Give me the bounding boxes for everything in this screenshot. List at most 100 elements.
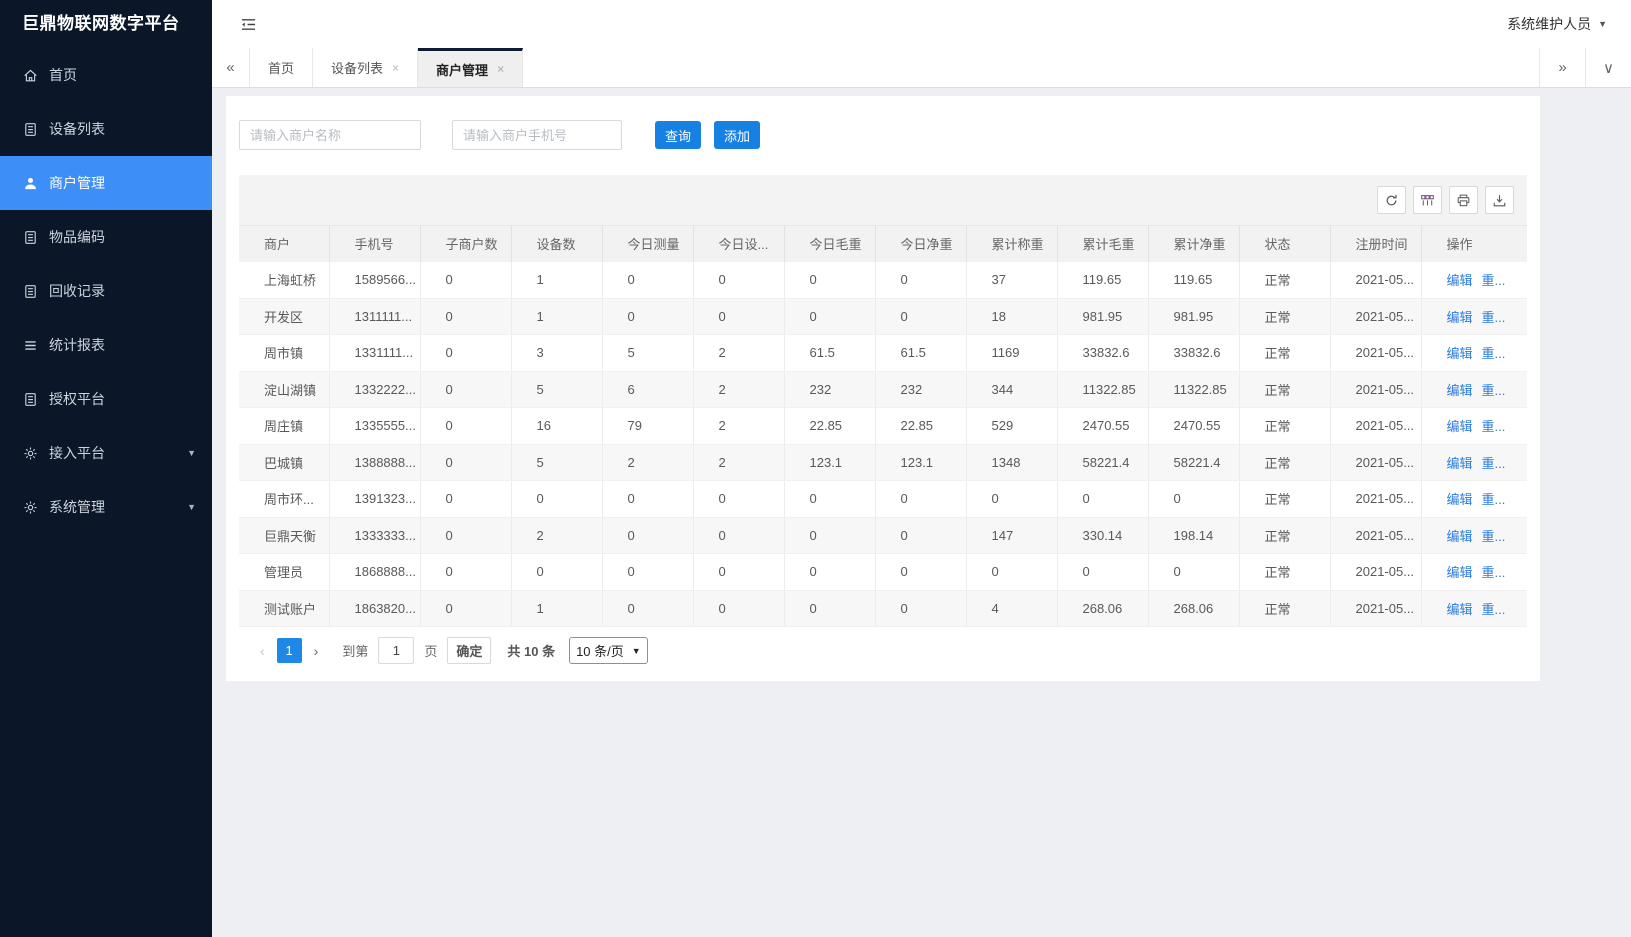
table-cell: 0 — [420, 444, 511, 481]
columns-button[interactable] — [1413, 186, 1442, 214]
sidebar-item-recycle[interactable]: 回收记录 — [0, 264, 212, 318]
table-cell: 268.06 — [1057, 590, 1148, 627]
prev-page-icon[interactable]: ‹ — [252, 643, 273, 659]
reset-link[interactable]: 重... — [1482, 456, 1506, 471]
table-cell: 0 — [420, 298, 511, 335]
column-header: 商户 — [239, 226, 329, 262]
goto-label: 到第 — [342, 641, 368, 660]
table-cell: 0 — [420, 517, 511, 554]
goto-page-input[interactable] — [378, 637, 414, 664]
table-cell: 正常 — [1239, 262, 1330, 299]
reset-link[interactable]: 重... — [1482, 565, 1506, 580]
edit-link[interactable]: 编辑 — [1447, 383, 1473, 398]
sidebar-item-system[interactable]: 系统管理▼ — [0, 480, 212, 534]
export-button[interactable] — [1485, 186, 1514, 214]
table-cell: 0 — [875, 590, 966, 627]
tab-devices[interactable]: 设备列表× — [313, 48, 418, 87]
sidebar-item-label: 系统管理 — [49, 497, 187, 517]
user-menu[interactable]: 系统维护人员 ▼ — [1507, 14, 1607, 34]
table-cell: 1391323... — [329, 481, 420, 518]
edit-link[interactable]: 编辑 — [1447, 346, 1473, 361]
reset-link[interactable]: 重... — [1482, 273, 1506, 288]
tab-close-icon[interactable]: × — [497, 62, 504, 76]
actions-cell: 编辑重... — [1421, 517, 1527, 554]
tabbar-spacer — [523, 48, 1539, 87]
page-size-select[interactable]: 10 条/页 ▼ — [569, 637, 648, 664]
doc-icon — [22, 283, 38, 299]
table-cell: 1332222... — [329, 371, 420, 408]
refresh-button[interactable] — [1377, 186, 1406, 214]
table-cell: 2021-05... — [1330, 444, 1421, 481]
merchant-name-input[interactable] — [239, 120, 421, 150]
edit-link[interactable]: 编辑 — [1447, 310, 1473, 325]
tabs-dropdown-icon[interactable]: ∨ — [1585, 48, 1631, 87]
table-cell: 正常 — [1239, 481, 1330, 518]
current-page-button[interactable]: 1 — [277, 638, 302, 663]
table-cell: 测试账户 — [239, 590, 329, 627]
sidebar-item-reports[interactable]: 统计报表 — [0, 318, 212, 372]
tabs-scroll-right-icon[interactable]: » — [1539, 48, 1585, 87]
table-cell: 正常 — [1239, 408, 1330, 445]
total-count-label: 共 10 条 — [507, 641, 555, 660]
reset-link[interactable]: 重... — [1482, 419, 1506, 434]
table-cell: 正常 — [1239, 335, 1330, 372]
print-button[interactable] — [1449, 186, 1478, 214]
table-cell: 5 — [511, 444, 602, 481]
table-cell: 0 — [602, 298, 693, 335]
column-header: 注册时间 — [1330, 226, 1421, 262]
tab-label: 首页 — [268, 58, 294, 77]
merchant-phone-input[interactable] — [452, 120, 622, 150]
edit-link[interactable]: 编辑 — [1447, 492, 1473, 507]
sidebar-item-merchants[interactable]: 商户管理 — [0, 156, 212, 210]
columns-icon — [1420, 193, 1435, 208]
goto-confirm-button[interactable]: 确定 — [447, 637, 491, 664]
table-row: 巨鼎天衡1333333...020000147330.14198.14正常202… — [239, 517, 1527, 554]
reset-link[interactable]: 重... — [1482, 492, 1506, 507]
edit-link[interactable]: 编辑 — [1447, 456, 1473, 471]
table-cell: 0 — [693, 590, 784, 627]
reset-link[interactable]: 重... — [1482, 529, 1506, 544]
sidebar: 巨鼎物联网数字平台 首页设备列表商户管理物品编码回收记录统计报表授权平台接入平台… — [0, 0, 212, 937]
sidebar-item-devices[interactable]: 设备列表 — [0, 102, 212, 156]
sidebar-item-auth[interactable]: 授权平台 — [0, 372, 212, 426]
tab-merchants[interactable]: 商户管理× — [418, 48, 523, 87]
column-header: 设备数 — [511, 226, 602, 262]
table-cell: 2 — [693, 371, 784, 408]
add-button[interactable]: 添加 — [714, 121, 760, 149]
table-cell: 232 — [875, 371, 966, 408]
doc-icon — [22, 229, 38, 245]
table-cell: 1863820... — [329, 590, 420, 627]
reset-link[interactable]: 重... — [1482, 346, 1506, 361]
table-cell: 147 — [966, 517, 1057, 554]
query-button[interactable]: 查询 — [655, 121, 701, 149]
reset-link[interactable]: 重... — [1482, 383, 1506, 398]
edit-link[interactable]: 编辑 — [1447, 529, 1473, 544]
tab-close-icon[interactable]: × — [392, 61, 399, 75]
table-cell: 79 — [602, 408, 693, 445]
table-cell: 0 — [693, 554, 784, 591]
sidebar-item-item-code[interactable]: 物品编码 — [0, 210, 212, 264]
tabs-scroll-left-icon[interactable]: « — [212, 48, 250, 87]
user-name: 系统维护人员 — [1507, 14, 1591, 34]
table-cell: 344 — [966, 371, 1057, 408]
reset-link[interactable]: 重... — [1482, 602, 1506, 617]
actions-cell: 编辑重... — [1421, 590, 1527, 627]
main-area: 系统维护人员 ▼ « 首页设备列表×商户管理× » ∨ 查询 添加 — [212, 0, 1631, 937]
next-page-icon[interactable]: › — [306, 643, 327, 659]
sidebar-item-home[interactable]: 首页 — [0, 48, 212, 102]
edit-link[interactable]: 编辑 — [1447, 565, 1473, 580]
sidebar-item-access[interactable]: 接入平台▼ — [0, 426, 212, 480]
column-header: 累计净重 — [1148, 226, 1239, 262]
table-cell: 33832.6 — [1148, 335, 1239, 372]
edit-link[interactable]: 编辑 — [1447, 273, 1473, 288]
table-cell: 0 — [693, 262, 784, 299]
table-cell: 0 — [693, 298, 784, 335]
table-cell: 18 — [966, 298, 1057, 335]
edit-link[interactable]: 编辑 — [1447, 602, 1473, 617]
edit-link[interactable]: 编辑 — [1447, 419, 1473, 434]
table-cell: 0 — [875, 517, 966, 554]
table-cell: 1388888... — [329, 444, 420, 481]
tab-home[interactable]: 首页 — [250, 48, 313, 87]
reset-link[interactable]: 重... — [1482, 310, 1506, 325]
sidebar-toggle-icon[interactable] — [240, 17, 257, 32]
